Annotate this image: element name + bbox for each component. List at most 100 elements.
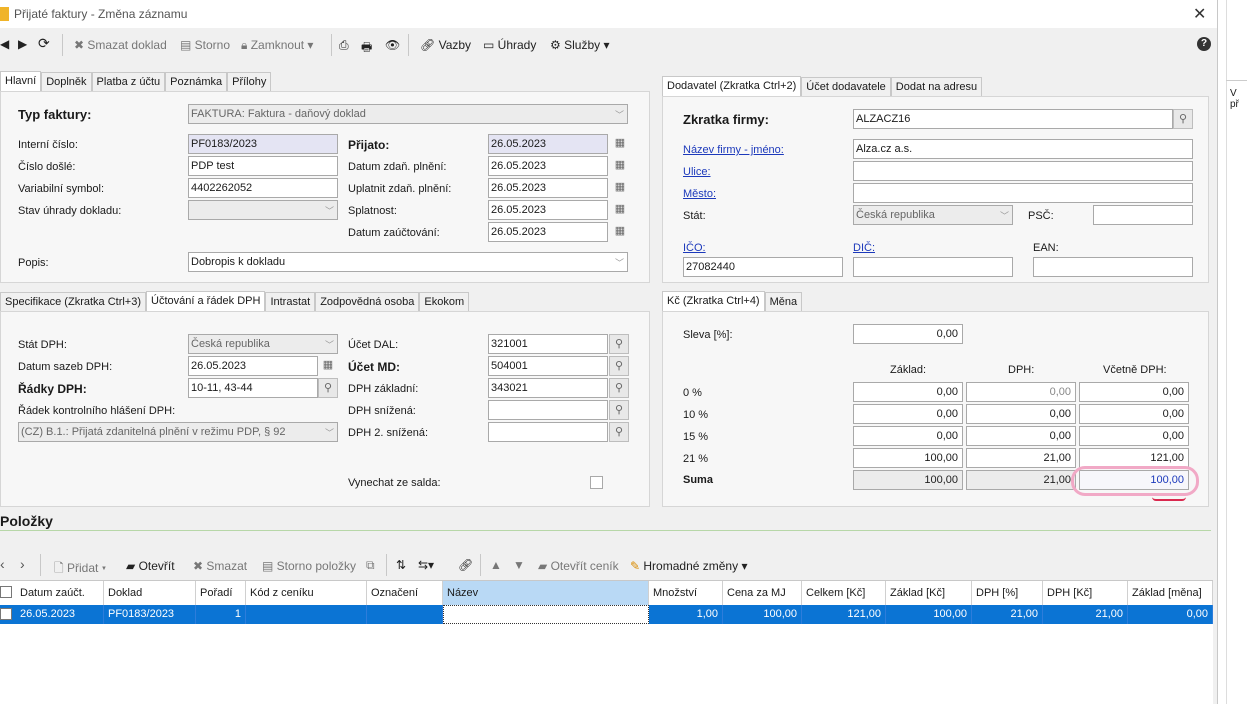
cell-base[interactable]: 100,00 bbox=[886, 605, 972, 624]
city-link[interactable]: Město: bbox=[683, 188, 716, 200]
storno-items-button[interactable]: ▤ Storno položky bbox=[262, 559, 356, 573]
due-date-field[interactable]: 26.05.2023 bbox=[488, 200, 608, 220]
vat-row-vat[interactable]: 0,00 bbox=[966, 382, 1076, 402]
zip-field[interactable] bbox=[1093, 205, 1193, 225]
move-down-icon[interactable]: ▼ bbox=[513, 558, 525, 572]
help-icon[interactable]: ? bbox=[1197, 37, 1211, 51]
swap-icon[interactable]: ⇆▾ bbox=[418, 558, 434, 572]
street-link[interactable]: Ulice: bbox=[683, 166, 711, 178]
city-field[interactable] bbox=[853, 183, 1193, 203]
tab-specification[interactable]: Specifikace (Zkratka Ctrl+3) bbox=[0, 292, 147, 311]
cell-code[interactable] bbox=[246, 605, 367, 624]
discount-field[interactable]: 0,00 bbox=[853, 324, 963, 344]
vat-reduced-field[interactable] bbox=[488, 400, 608, 420]
open-item-button[interactable]: ▰ Otevřít bbox=[126, 559, 175, 573]
refresh-icon[interactable]: ⟳ bbox=[38, 35, 50, 52]
column-header[interactable]: Cena za MJ bbox=[723, 581, 802, 605]
vat-row-vat[interactable]: 0,00 bbox=[966, 426, 1076, 446]
supplier-name-link[interactable]: Název firmy - jméno: bbox=[683, 144, 784, 156]
column-header[interactable]: Pořadí bbox=[196, 581, 246, 605]
dal-field[interactable]: 321001 bbox=[488, 334, 608, 354]
prev-icon[interactable]: ◀ bbox=[0, 37, 9, 51]
cell-date[interactable]: 26.05.2023 bbox=[16, 605, 104, 624]
column-header[interactable]: Kód z ceníku bbox=[246, 581, 367, 605]
column-header[interactable]: DPH [Kč] bbox=[1043, 581, 1128, 605]
select-all-checkbox[interactable] bbox=[0, 586, 12, 598]
skip-balance-checkbox[interactable] bbox=[590, 476, 603, 489]
column-header[interactable]: DPH [%] bbox=[972, 581, 1043, 605]
tab-delivery-address[interactable]: Dodat na adresu bbox=[890, 77, 983, 96]
street-field[interactable] bbox=[853, 161, 1193, 181]
bulk-changes-button[interactable]: ✎ Hromadné změny ▾ bbox=[630, 559, 747, 573]
lock-button[interactable]: 🔒︎ Zamknout ▾ bbox=[241, 38, 313, 53]
print-preview-icon[interactable]: ⎙ bbox=[339, 38, 349, 53]
apply-tax-date-field[interactable]: 26.05.2023 bbox=[488, 178, 608, 198]
ico-link[interactable]: IČO: bbox=[683, 242, 706, 254]
tab-attachments[interactable]: Přílohy bbox=[227, 72, 272, 91]
tab-responsible[interactable]: Zodpovědná osoba bbox=[315, 292, 420, 311]
internal-no-field[interactable]: PF0183/2023 bbox=[188, 134, 338, 154]
description-field[interactable]: Dobropis k dokladu ﹀ bbox=[188, 252, 628, 272]
vat-row-base[interactable]: 0,00 bbox=[853, 404, 963, 424]
search-icon[interactable]: ⚲ bbox=[609, 334, 629, 354]
tab-supplier[interactable]: Dodavatel (Zkratka Ctrl+2) bbox=[662, 76, 802, 96]
tab-payment[interactable]: Platba z účtu bbox=[91, 72, 166, 91]
next-icon[interactable]: ▶ bbox=[18, 37, 27, 51]
cell-order[interactable]: 1 bbox=[196, 605, 246, 624]
vat-rate-date-field[interactable]: 26.05.2023 bbox=[188, 356, 318, 376]
vat-row-vat[interactable]: 0,00 bbox=[966, 404, 1076, 424]
supplier-name-field[interactable]: Alza.cz a.s. bbox=[853, 139, 1193, 159]
vat-base-field[interactable]: 343021 bbox=[488, 378, 608, 398]
dic-link[interactable]: DIČ: bbox=[853, 242, 875, 254]
cell-vat-pct[interactable]: 21,00 bbox=[972, 605, 1043, 624]
prev-icon[interactable]: ‹ bbox=[0, 556, 5, 572]
received-date-field[interactable]: 26.05.2023 bbox=[488, 134, 608, 154]
cell-base-currency[interactable]: 0,00 bbox=[1128, 605, 1213, 624]
vat-row-total[interactable]: 0,00 bbox=[1079, 426, 1189, 446]
vat-row-total[interactable]: 0,00 bbox=[1079, 382, 1189, 402]
column-header[interactable]: Datum zaúčt. bbox=[16, 581, 104, 605]
column-header[interactable]: Základ [měna] bbox=[1128, 581, 1213, 605]
cell-total[interactable]: 121,00 bbox=[802, 605, 886, 624]
tab-main[interactable]: Hlavní bbox=[0, 71, 42, 91]
vat-row-base[interactable]: 0,00 bbox=[853, 426, 963, 446]
print-icon[interactable]: 🖶︎ bbox=[361, 38, 372, 59]
cell-mark[interactable] bbox=[367, 605, 443, 624]
cell-vat-kc[interactable]: 21,00 bbox=[1043, 605, 1128, 624]
dic-field[interactable] bbox=[853, 257, 1013, 277]
calendar-icon[interactable]: ▦ bbox=[610, 156, 630, 176]
tab-accounting[interactable]: Účtování a řádek DPH bbox=[146, 291, 266, 311]
calendar-icon[interactable]: ▦ bbox=[610, 134, 630, 154]
column-header[interactable]: Celkem [Kč] bbox=[802, 581, 886, 605]
vat-row-total[interactable]: 121,00 bbox=[1079, 448, 1189, 468]
column-header[interactable]: Doklad bbox=[104, 581, 196, 605]
md-field[interactable]: 504001 bbox=[488, 356, 608, 376]
vat-row-base[interactable]: 100,00 bbox=[853, 448, 963, 468]
close-icon[interactable]: ✕ bbox=[1193, 4, 1206, 24]
invoice-type-select[interactable]: FAKTURA: Faktura - daňový doklad ﹀ bbox=[188, 104, 628, 124]
posting-date-field[interactable]: 26.05.2023 bbox=[488, 222, 608, 242]
search-icon[interactable]: ⚲ bbox=[609, 378, 629, 398]
received-no-field[interactable]: PDP test bbox=[188, 156, 338, 176]
calendar-icon[interactable]: ▦ bbox=[318, 356, 338, 376]
vat-row-vat[interactable]: 21,00 bbox=[966, 448, 1076, 468]
cell-qty[interactable]: 1,00 bbox=[649, 605, 723, 624]
storno-button[interactable]: ▤ Storno bbox=[180, 38, 230, 52]
vat-state-select[interactable]: Česká republika ﹀ bbox=[188, 334, 338, 354]
payments-button[interactable]: ▭ Úhrady bbox=[483, 38, 536, 52]
search-icon[interactable]: ⚲ bbox=[609, 422, 629, 442]
move-up-icon[interactable]: ▲ bbox=[490, 558, 502, 572]
open-pricelist-button[interactable]: ▰ Otevřít ceník bbox=[538, 559, 619, 573]
next-icon[interactable]: › bbox=[20, 556, 25, 572]
search-icon[interactable]: ⚲ bbox=[1173, 109, 1193, 129]
cell-doc[interactable]: PF0183/2023 bbox=[104, 605, 196, 624]
tab-intrastat[interactable]: Intrastat bbox=[265, 292, 316, 311]
payment-state-select[interactable]: ﹀ bbox=[188, 200, 338, 220]
supplier-short-field[interactable]: ALZACZ16 bbox=[853, 109, 1173, 129]
delete-item-button[interactable]: ✖ Smazat bbox=[193, 559, 247, 573]
search-icon[interactable]: ⚲ bbox=[609, 400, 629, 420]
tab-supplier-account[interactable]: Účet dodavatele bbox=[801, 77, 891, 96]
vat-row-base[interactable]: 0,00 bbox=[853, 382, 963, 402]
services-button[interactable]: ⚙ Služby ▾ bbox=[550, 38, 610, 52]
ico-field[interactable]: 27082440 bbox=[683, 257, 843, 277]
